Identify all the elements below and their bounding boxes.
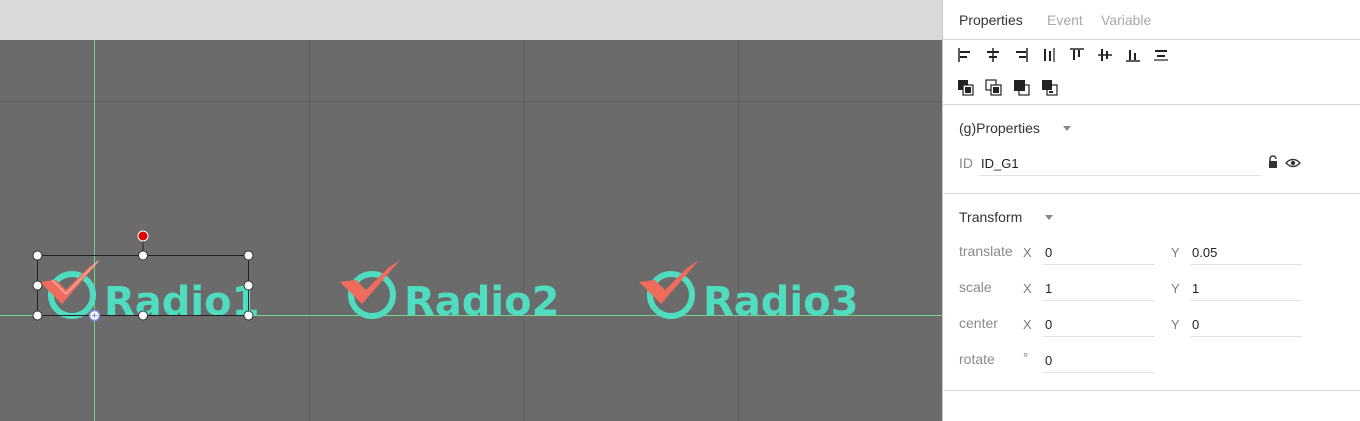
translate-label: translate	[959, 243, 1013, 259]
divider	[943, 390, 1360, 391]
chevron-down-icon[interactable]	[1045, 215, 1053, 220]
send-backward-icon[interactable]	[1012, 77, 1032, 97]
resize-handle-nw[interactable]	[32, 250, 43, 261]
scale-x-label: X	[1023, 281, 1032, 296]
rotate-label: rotate	[959, 351, 995, 367]
align-right-icon[interactable]	[1011, 45, 1031, 65]
transform-title[interactable]: Transform	[959, 209, 1022, 225]
radio-item-2[interactable]: Radio2	[340, 260, 559, 325]
rotate-handle[interactable]	[137, 230, 149, 242]
translate-x-label: X	[1023, 245, 1032, 260]
id-field[interactable]	[979, 152, 1261, 176]
group-properties-title[interactable]: (g)Properties	[959, 120, 1040, 136]
scale-y-field[interactable]	[1190, 277, 1302, 301]
panel-tabs: Properties Event Variable	[943, 0, 1360, 40]
translate-y-field[interactable]	[1190, 241, 1302, 265]
center-y-field[interactable]	[1190, 313, 1302, 337]
divider	[943, 193, 1360, 194]
center-x-label: X	[1023, 317, 1032, 332]
center-x-field[interactable]	[1043, 313, 1155, 337]
radio-label: Radio1	[104, 279, 259, 325]
align-top-icon[interactable]	[1067, 45, 1087, 65]
canvas-grid	[0, 40, 942, 421]
center-y-label: Y	[1171, 317, 1180, 332]
resize-handle-n[interactable]	[138, 250, 148, 261]
center-label: center	[959, 315, 998, 331]
radio-label: Radio3	[703, 279, 858, 325]
scale-label: scale	[959, 279, 992, 295]
translate-x-field[interactable]	[1043, 241, 1155, 265]
origin-point-icon[interactable]	[88, 309, 101, 322]
id-label: ID	[959, 155, 973, 171]
lock-open-icon[interactable]	[1267, 155, 1279, 174]
scale-y-label: Y	[1171, 281, 1180, 296]
align-center-h-icon[interactable]	[983, 45, 1003, 65]
align-bottom-icon[interactable]	[1123, 45, 1143, 65]
bring-to-front-icon[interactable]	[956, 77, 976, 97]
eye-icon[interactable]	[1285, 156, 1301, 174]
rotate-field[interactable]	[1043, 349, 1155, 373]
resize-handle-e[interactable]	[243, 280, 254, 291]
distribute-v-icon[interactable]	[1151, 45, 1171, 65]
resize-handle-ne[interactable]	[243, 250, 254, 261]
radio-item-3[interactable]: Radio3	[639, 260, 858, 325]
bring-forward-icon[interactable]	[984, 77, 1004, 97]
tab-event[interactable]: Event	[1047, 12, 1083, 28]
properties-panel: Properties Event Variable (g)Properties …	[942, 0, 1360, 421]
radio-label: Radio2	[404, 279, 559, 325]
resize-handle-sw[interactable]	[32, 310, 43, 321]
tab-properties[interactable]: Properties	[959, 12, 1023, 28]
distribute-h-icon[interactable]	[1039, 45, 1059, 65]
divider	[943, 104, 1360, 105]
resize-handle-s[interactable]	[138, 310, 148, 321]
scale-x-field[interactable]	[1043, 277, 1155, 301]
resize-handle-se[interactable]	[243, 310, 254, 321]
chevron-down-icon[interactable]	[1063, 126, 1071, 131]
canvas-top-bar	[0, 0, 942, 40]
resize-handle-w[interactable]	[32, 280, 43, 291]
tab-variable[interactable]: Variable	[1101, 12, 1151, 28]
align-middle-v-icon[interactable]	[1095, 45, 1115, 65]
canvas-svg[interactable]: Radio1 Radio2 Radio3	[0, 40, 942, 421]
translate-y-label: Y	[1171, 245, 1180, 260]
align-left-icon[interactable]	[955, 45, 975, 65]
send-to-back-icon[interactable]	[1040, 77, 1060, 97]
design-canvas[interactable]: Radio1 Radio2 Radio3	[0, 40, 942, 421]
rotate-unit-label: °	[1023, 350, 1029, 365]
